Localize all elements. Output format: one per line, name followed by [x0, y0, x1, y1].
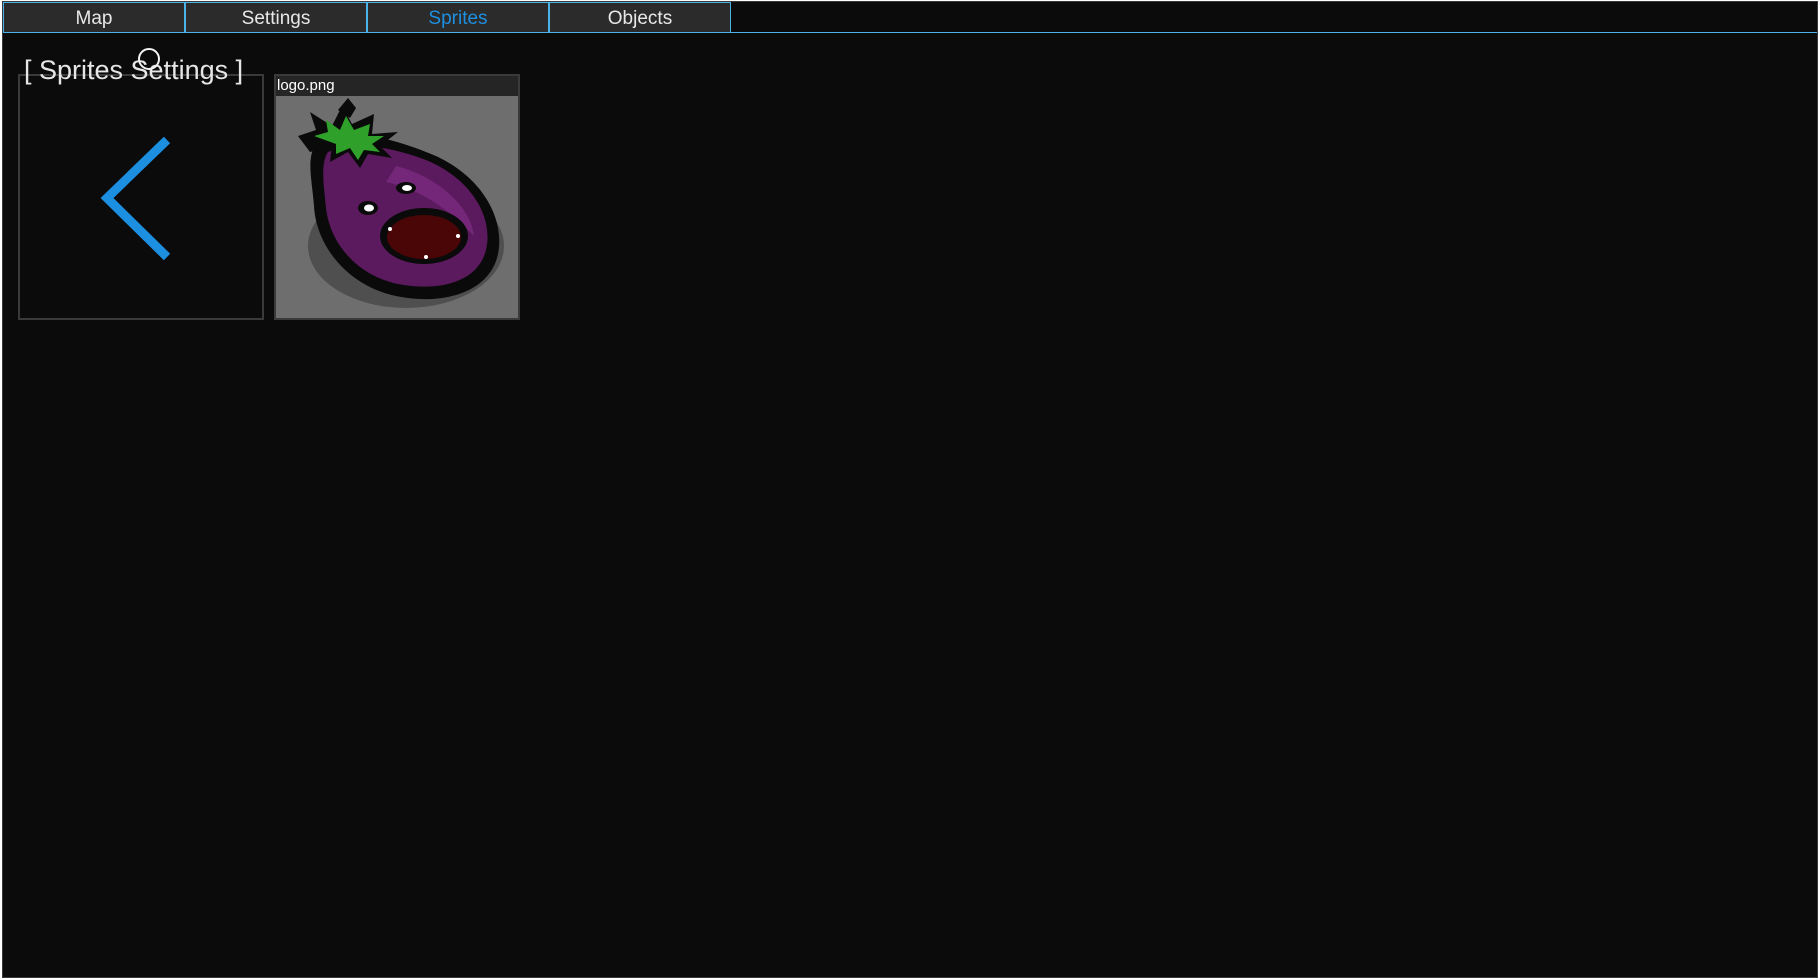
tab-map[interactable]: Map: [3, 2, 185, 32]
page-title: [ Sprites Settings ]: [24, 55, 244, 85]
tab-objects[interactable]: Objects: [549, 2, 731, 32]
back-button[interactable]: [18, 74, 264, 320]
chevron-left-icon: [100, 136, 171, 261]
eggplant-mascot-image: [298, 98, 504, 308]
app-window: Map Settings Sprites Objects [ Sprites S…: [2, 1, 1818, 978]
tab-settings[interactable]: Settings: [185, 2, 367, 32]
mouse-cursor-icon: [138, 48, 160, 70]
sprite-tile[interactable]: logo.png: [274, 74, 520, 320]
tab-sprites[interactable]: Sprites: [367, 2, 549, 32]
tab-bar: Map Settings Sprites Objects: [3, 2, 1817, 33]
sprite-filename: logo.png: [276, 76, 518, 96]
